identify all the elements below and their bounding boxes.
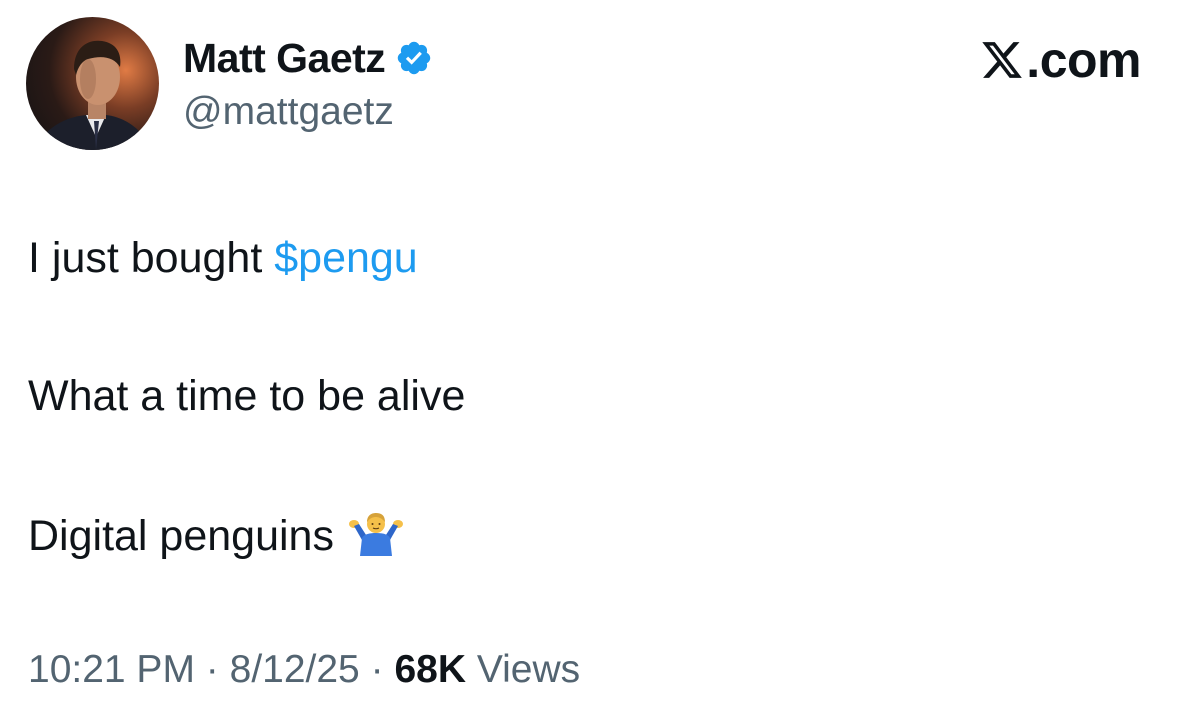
tweet-line-3-text: Digital penguins (28, 512, 334, 560)
tweet-card: Matt Gaetz @mattgaetz .com I just bought… (0, 0, 1199, 720)
profile-photo-icon (36, 40, 150, 150)
tweet-line-1: I just bought $pengu (28, 232, 418, 284)
x-brand-logo[interactable]: .com (980, 30, 1141, 90)
x-logo-text: .com (1026, 32, 1141, 88)
tweet-time[interactable]: 10:21 PM (28, 648, 195, 691)
man-shrugging-emoji-icon (348, 512, 404, 556)
x-logo-icon (982, 42, 1023, 78)
cashtag-link[interactable]: $pengu (274, 234, 418, 282)
author-display-name[interactable]: Matt Gaetz (183, 34, 386, 82)
author-header: Matt Gaetz (183, 34, 433, 82)
author-handle[interactable]: @mattgaetz (183, 88, 394, 136)
tweet-line-3: Digital penguins (28, 510, 404, 562)
tweet-meta: 10:21 PM · 8/12/25 · 68K Views (28, 646, 580, 694)
tweet-line-2: What a time to be alive (28, 372, 466, 420)
views-count: 68K (394, 648, 466, 691)
avatar[interactable] (26, 17, 159, 150)
tweet-text-prefix: I just bought (28, 234, 275, 282)
tweet-date[interactable]: 8/12/25 (230, 648, 360, 691)
views-label: Views (476, 648, 581, 691)
meta-separator: · (205, 648, 219, 691)
meta-separator: · (370, 648, 384, 691)
verified-badge-icon[interactable] (395, 39, 433, 77)
